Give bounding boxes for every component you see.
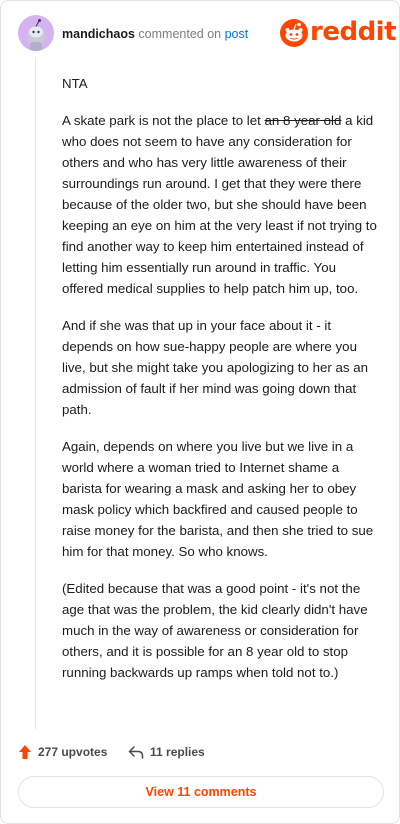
replies-count: 11 replies <box>150 745 205 759</box>
view-comments-button[interactable]: View 11 comments <box>18 776 384 808</box>
comment-header: mandichaos commented on post reddit <box>18 15 397 53</box>
comment-paragraph-4: Again, depends on where you live but we … <box>62 439 374 559</box>
replies-button[interactable]: 11 replies <box>128 741 205 763</box>
comment-paragraph-3: And if she was that up in your face abou… <box>62 318 369 417</box>
comment-body: NTA A skate park is not the place to let… <box>62 73 377 699</box>
thread-line <box>35 57 36 729</box>
comment-meta: mandichaos commented on post <box>62 27 248 41</box>
comment-paragraph-2: A skate park is not the place to let an … <box>62 110 377 299</box>
reply-arrow-icon <box>128 746 144 759</box>
reddit-brand[interactable]: reddit <box>280 17 397 49</box>
comment-footer: 277 upvotes 11 replies <box>18 741 378 763</box>
paragraph-2-rest: a kid who does not seem to have any cons… <box>62 113 377 296</box>
post-link[interactable]: post <box>225 27 249 41</box>
reddit-logo-icon <box>280 19 308 47</box>
struck-text: an 8 year old <box>264 113 342 128</box>
paragraph-2-start: A skate park is not the place to let <box>62 113 265 128</box>
upvote-button[interactable]: 277 upvotes <box>18 741 107 763</box>
action-text: commented on <box>138 27 222 41</box>
comment-card: mandichaos commented on post reddit NTA … <box>0 0 400 824</box>
reddit-wordmark: reddit <box>310 17 397 47</box>
comment-paragraph-1: NTA <box>62 76 88 91</box>
comment-paragraph-5: (Edited because that was a good point - … <box>62 581 368 680</box>
snoo-avatar-icon[interactable] <box>18 15 54 51</box>
upvote-count: 277 upvotes <box>38 745 108 759</box>
username-link[interactable]: mandichaos <box>62 27 135 41</box>
upvote-arrow-icon <box>19 745 31 759</box>
